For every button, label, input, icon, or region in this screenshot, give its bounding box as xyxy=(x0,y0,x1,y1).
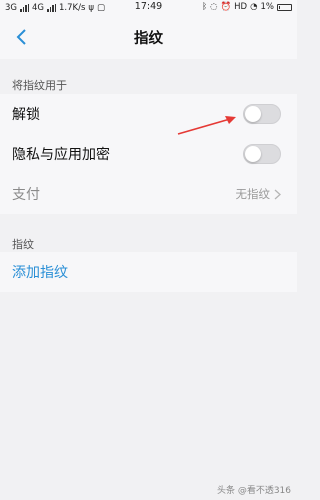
network-3g-label: 3G xyxy=(5,2,17,13)
section-label-usage: 将指纹用于 xyxy=(12,79,67,92)
network-4g-label: 4G xyxy=(32,2,44,13)
payment-status: 无指纹 xyxy=(236,186,282,202)
notification-icon: ▢ xyxy=(97,2,106,13)
mute-icon: ◌ xyxy=(210,2,218,12)
section-label-fingerprints: 指纹 xyxy=(12,238,34,251)
signal-icon xyxy=(20,3,29,12)
clock: 17:49 xyxy=(134,1,163,12)
network-speed: 1.7K/s xyxy=(59,2,86,13)
watermark: 头条 @看不透316 xyxy=(217,483,291,496)
toggle-knob xyxy=(245,106,261,122)
payment-status-text: 无指纹 xyxy=(235,187,271,201)
annotation-arrow-icon xyxy=(177,116,236,135)
row-payment[interactable]: 支付 无指纹 xyxy=(0,174,297,214)
chevron-left-icon xyxy=(16,29,26,45)
add-fingerprint-link[interactable]: 添加指纹 xyxy=(12,262,68,282)
status-right: ᛒ ◌ ⏰ HD ◔ 1% xyxy=(202,2,292,12)
row-privacy-encryption[interactable]: 隐私与应用加密 xyxy=(0,134,297,174)
chevron-right-icon xyxy=(274,189,281,199)
battery-percent: 1% xyxy=(260,2,275,12)
toggle-knob xyxy=(245,146,261,162)
row-unlock-label: 解锁 xyxy=(12,107,40,123)
unlock-toggle[interactable] xyxy=(243,104,281,124)
usb-icon: ψ xyxy=(88,2,94,13)
bluetooth-icon: ᛒ xyxy=(202,2,208,12)
battery-icon xyxy=(277,3,292,11)
alarm-icon: ⏰ xyxy=(220,2,232,12)
row-payment-label: 支付 xyxy=(12,187,40,203)
nav-header: 指纹 xyxy=(0,15,297,59)
signal-icon-2 xyxy=(47,3,56,12)
watermark-text: 头条 @看不透316 xyxy=(216,486,291,496)
row-privacy-label: 隐私与应用加密 xyxy=(12,147,110,163)
privacy-toggle[interactable] xyxy=(243,144,281,164)
back-button[interactable] xyxy=(10,25,34,49)
row-unlock[interactable]: 解锁 xyxy=(0,94,297,134)
page-title: 指纹 xyxy=(134,30,163,47)
wifi-icon: ◔ xyxy=(250,2,258,12)
hd-label: HD xyxy=(234,2,248,12)
status-bar: 3G 4G 1.7K/s ψ ▢ 17:49 ᛒ ◌ ⏰ HD ◔ 1% xyxy=(0,0,297,15)
row-add-fingerprint[interactable]: 添加指纹 xyxy=(0,252,297,292)
status-left: 3G 4G 1.7K/s ψ ▢ xyxy=(5,3,105,13)
